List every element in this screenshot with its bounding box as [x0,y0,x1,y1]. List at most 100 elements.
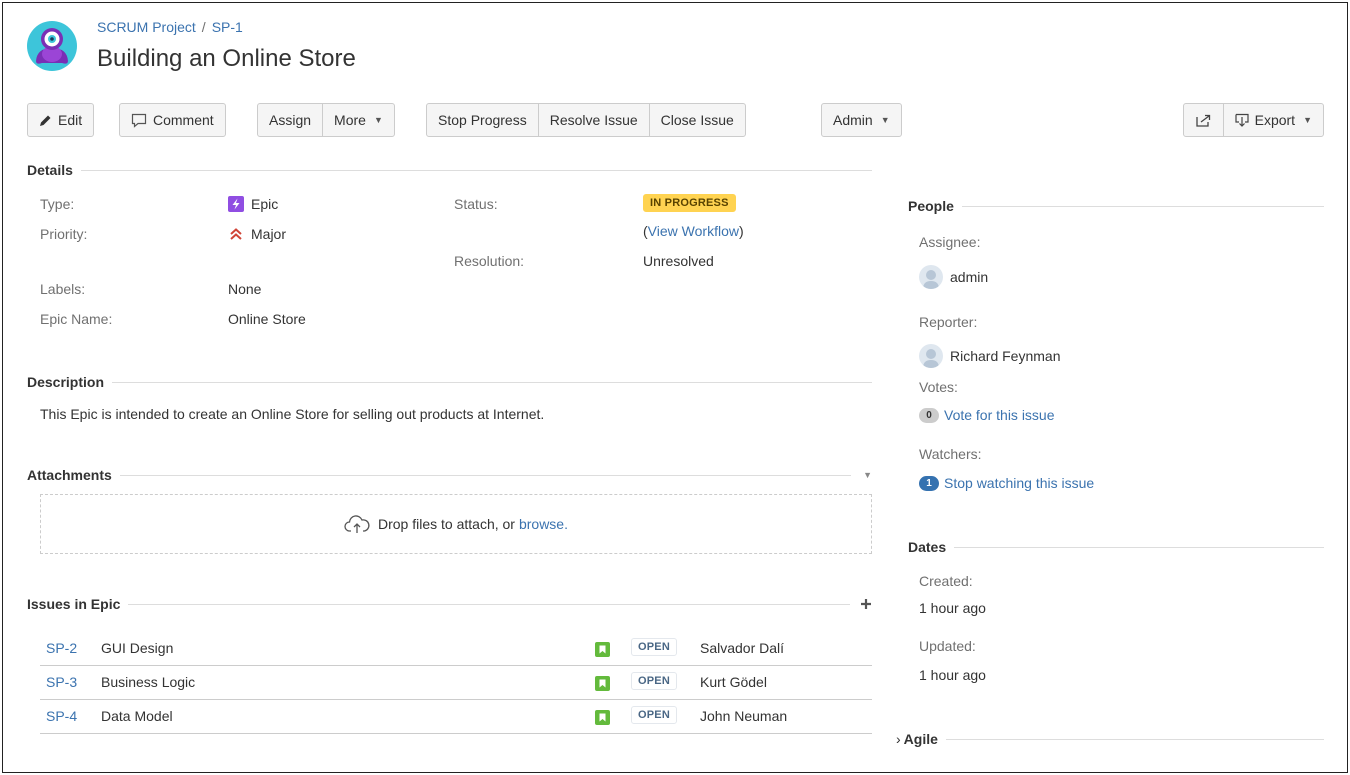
divider [945,738,1324,740]
people-heading[interactable]: People [908,198,1324,214]
reporter-value[interactable]: Richard Feynman [919,344,1061,368]
status-label: Status: [454,196,498,212]
share-icon [1195,114,1211,127]
type-value-text: Epic [251,196,279,212]
breadcrumb-project-link[interactable]: SCRUM Project [97,19,196,35]
chevron-down-icon: ▼ [373,115,383,125]
table-row[interactable]: SP-2 GUI Design OPEN Salvador Dalí [40,632,872,666]
assign-label: Assign [269,112,312,128]
close-issue-button[interactable]: Close Issue [648,103,746,137]
agile-heading[interactable]: › Agile [896,731,1324,747]
page-title: Building an Online Store [97,45,356,72]
details-heading[interactable]: Details [27,162,872,178]
resolution-value: Unresolved [643,253,714,269]
issues-in-epic-heading[interactable]: Issues in Epic [27,596,872,612]
view-workflow-paren-close: ) [738,223,744,239]
resolution-label: Resolution: [454,253,525,269]
issue-assignee: Kurt Gödel [700,674,767,690]
issue-summary[interactable]: Business Logic [101,674,195,690]
issues-in-epic-heading-text: Issues in Epic [27,596,121,612]
attachment-dropzone[interactable]: Drop files to attach, or browse. [40,494,872,554]
chevron-down-icon: ▼ [880,115,890,125]
stop-progress-button[interactable]: Stop Progress [426,103,539,137]
dropzone-text: Drop files to attach, or [378,516,515,532]
story-icon [595,642,610,657]
chevron-right-icon[interactable]: › [896,731,901,747]
comment-label: Comment [153,112,214,128]
workflow-group: Stop Progress Resolve Issue Close Issue [426,103,746,137]
description-heading-text: Description [27,374,105,390]
admin-group: Admin ▼ [821,103,902,137]
caret-down-icon[interactable]: ▼ [863,470,872,480]
share-button[interactable] [1182,103,1224,137]
breadcrumb: SCRUM Project / SP-1 [97,19,243,35]
story-icon [595,710,610,725]
edit-label: Edit [58,112,83,128]
admin-dropdown[interactable]: Admin ▼ [821,103,902,137]
more-dropdown[interactable]: More ▼ [322,103,395,137]
issue-key-link[interactable]: SP-3 [46,674,77,690]
reporter-name: Richard Feynman [950,348,1061,364]
status-value: IN PROGRESS [643,194,736,212]
stop-progress-label: Stop Progress [438,112,527,128]
export-icon [1235,113,1249,127]
edit-group: Edit [27,103,95,137]
more-label: More [334,112,366,128]
divider [112,381,872,383]
epic-icon [228,196,244,212]
admin-label: Admin [833,112,873,128]
watchers-value: 1 Stop watching this issue [919,475,1094,491]
close-issue-label: Close Issue [660,112,734,128]
comment-group: Comment [119,103,226,137]
vote-link[interactable]: Vote for this issue [944,407,1055,423]
browse-link[interactable]: browse. [519,516,568,532]
table-row[interactable]: SP-4 Data Model OPEN John Neuman [40,700,872,734]
assign-button[interactable]: Assign [257,103,324,137]
dates-heading[interactable]: Dates [908,539,1324,555]
created-label: Created: [919,573,973,589]
created-value: 1 hour ago [919,600,986,616]
issue-toolbar: Edit Comment Assign More ▼ Stop Progress … [27,103,1324,137]
attachments-heading[interactable]: Attachments ▼ [27,467,872,483]
assignee-value[interactable]: admin [919,265,988,289]
description-text[interactable]: This Epic is intended to create an Onlin… [40,406,544,422]
type-value: Epic [228,196,278,212]
status-lozenge: OPEN [631,638,677,656]
view-workflow: (View Workflow) [643,223,744,239]
breadcrumb-separator: / [201,19,206,35]
details-heading-text: Details [27,162,73,178]
comment-bubble-icon [131,113,147,128]
type-label: Type: [40,196,75,212]
epic-name-value[interactable]: Online Store [228,311,306,327]
divider [961,205,1324,207]
table-row[interactable]: SP-3 Business Logic OPEN Kurt Gödel [40,666,872,700]
issue-summary[interactable]: Data Model [101,708,173,724]
divider [954,546,1324,548]
dates-heading-text: Dates [908,539,947,555]
status-lozenge: IN PROGRESS [643,194,736,212]
divider [80,169,872,171]
issue-key-link[interactable]: SP-2 [46,640,77,656]
description-heading[interactable]: Description [27,374,872,390]
chevron-down-icon: ▼ [1303,115,1312,125]
breadcrumb-issue-link[interactable]: SP-1 [212,19,243,35]
updated-value: 1 hour ago [919,667,986,683]
watch-link[interactable]: Stop watching this issue [944,475,1094,491]
priority-value: Major [228,226,286,242]
issue-key-link[interactable]: SP-4 [46,708,77,724]
story-icon [595,676,610,691]
project-avatar[interactable] [27,21,77,71]
assignee-label: Assignee: [919,234,981,250]
comment-button[interactable]: Comment [119,103,226,137]
divider [128,603,850,605]
export-dropdown[interactable]: Export ▼ [1222,103,1324,137]
labels-value: None [228,281,262,297]
issue-summary[interactable]: GUI Design [101,640,173,656]
edit-button[interactable]: Edit [27,103,95,137]
resolve-issue-button[interactable]: Resolve Issue [537,103,650,137]
plus-icon[interactable] [860,598,872,610]
priority-major-icon [228,226,244,242]
status-lozenge: OPEN [631,706,677,724]
view-workflow-link[interactable]: View Workflow [648,223,739,239]
priority-value-text: Major [251,226,287,242]
